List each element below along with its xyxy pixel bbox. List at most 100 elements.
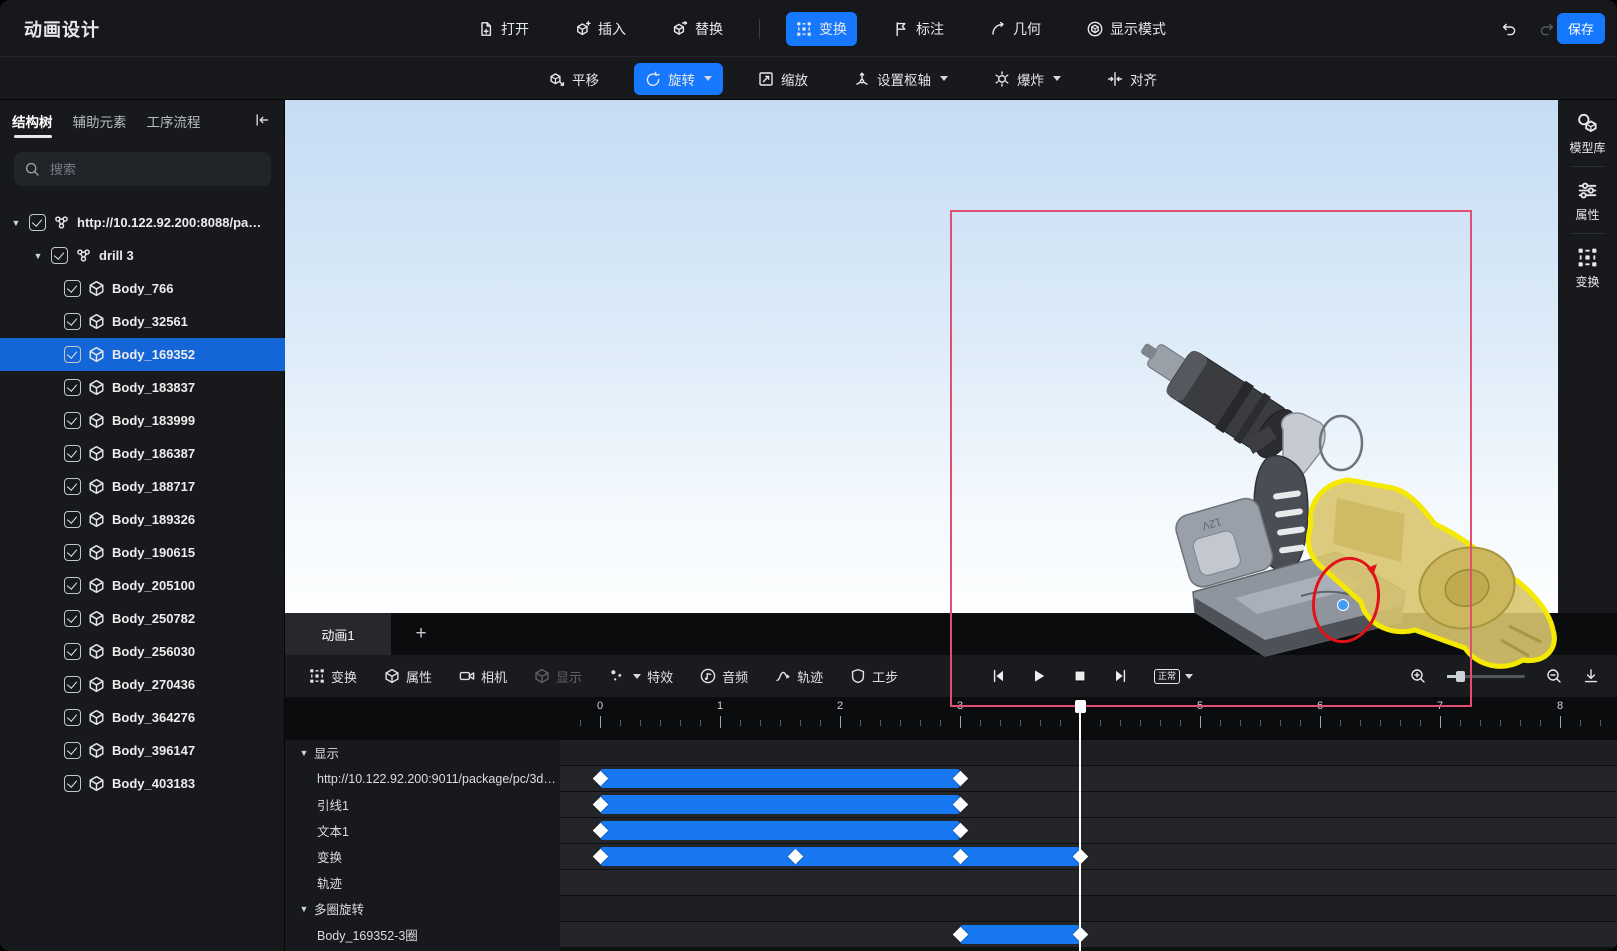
- tool-explode-button[interactable]: 爆炸: [983, 63, 1072, 95]
- search-box[interactable]: [14, 152, 271, 186]
- tool-align-button[interactable]: 对齐: [1096, 63, 1168, 95]
- tree-checkbox[interactable]: [64, 313, 81, 330]
- tree-checkbox[interactable]: [64, 742, 81, 759]
- tree-row[interactable]: Body_169352: [0, 338, 285, 371]
- topbar-annotate-button[interactable]: 标注: [883, 12, 954, 46]
- timeline-tool-transform-button[interactable]: 变换: [309, 667, 357, 686]
- tree-checkbox[interactable]: [64, 511, 81, 528]
- tree-checkbox[interactable]: [51, 247, 68, 264]
- topbar-insert-button[interactable]: 插入: [565, 12, 636, 46]
- tool-rotate-button[interactable]: 旋转: [634, 63, 723, 95]
- playhead-handle[interactable]: [1075, 700, 1086, 713]
- tree-checkbox[interactable]: [64, 544, 81, 561]
- timeline-tool-trajectory-button[interactable]: 轨迹: [775, 667, 823, 686]
- add-animation-tab-button[interactable]: +: [391, 623, 451, 645]
- rail-item-properties[interactable]: 属性: [1558, 167, 1617, 233]
- tree-expand-caret[interactable]: ▼: [10, 218, 22, 228]
- tree-row[interactable]: Body_364276: [0, 701, 285, 734]
- track-lane[interactable]: [560, 896, 1617, 921]
- tab-process-flow[interactable]: 工序流程: [147, 100, 201, 142]
- tree-row[interactable]: Body_183837: [0, 371, 285, 404]
- rail-item-model-library[interactable]: 模型库: [1558, 100, 1617, 166]
- track-group-caret[interactable]: ▼: [299, 748, 309, 758]
- track-lane[interactable]: [560, 870, 1617, 895]
- track-lane[interactable]: [560, 766, 1617, 791]
- track-lane[interactable]: [560, 818, 1617, 843]
- topbar-transform-button[interactable]: 变换: [786, 12, 857, 46]
- tree-checkbox[interactable]: [64, 709, 81, 726]
- tree-row[interactable]: Body_186387: [0, 437, 285, 470]
- track-group-caret[interactable]: ▼: [299, 904, 309, 914]
- tree-row[interactable]: Body_270436: [0, 668, 285, 701]
- tree-row[interactable]: Body_256030: [0, 635, 285, 668]
- track-label[interactable]: ▼多圈旋转: [285, 896, 560, 921]
- track-bar[interactable]: [960, 925, 1080, 944]
- playhead-line[interactable]: [1079, 700, 1081, 951]
- tool-pivot-button[interactable]: 设置枢轴: [843, 63, 959, 95]
- timeline-tool-effects-button[interactable]: 特效: [609, 667, 673, 686]
- tree-row[interactable]: Body_32561: [0, 305, 285, 338]
- redo-icon[interactable]: [1539, 21, 1555, 37]
- tree-checkbox[interactable]: [64, 379, 81, 396]
- tree-row[interactable]: Body_189326: [0, 503, 285, 536]
- tree-checkbox[interactable]: [64, 445, 81, 462]
- tool-pan-button[interactable]: 平移: [538, 63, 610, 95]
- save-button[interactable]: 保存: [1557, 13, 1605, 44]
- tree-checkbox[interactable]: [64, 610, 81, 627]
- tree-row[interactable]: ▼http://10.122.92.200:8088/pack...: [0, 206, 285, 239]
- tool-scale-button[interactable]: 缩放: [747, 63, 819, 95]
- topbar-open-button[interactable]: 打开: [468, 12, 539, 46]
- tree-row[interactable]: Body_183999: [0, 404, 285, 437]
- track-lane[interactable]: [560, 922, 1617, 947]
- tab-aux-elements[interactable]: 辅助元素: [73, 100, 127, 142]
- export-icon[interactable]: [1583, 668, 1599, 684]
- tree-checkbox[interactable]: [64, 412, 81, 429]
- collapse-panel-icon[interactable]: [254, 112, 270, 128]
- tree-checkbox[interactable]: [64, 775, 81, 792]
- tab-structure-tree[interactable]: 结构树: [12, 100, 53, 142]
- tree-checkbox[interactable]: [64, 643, 81, 660]
- search-input[interactable]: [48, 161, 248, 178]
- timeline-tool-show-button[interactable]: 显示: [534, 667, 582, 686]
- timeline-tool-step-button[interactable]: 工步: [850, 667, 898, 686]
- track-label[interactable]: http://10.122.92.200:9011/package/pc/3dc…: [285, 766, 560, 791]
- tree-expand-caret[interactable]: ▼: [32, 251, 44, 261]
- tree-row[interactable]: Body_396147: [0, 734, 285, 767]
- track-bar[interactable]: [600, 795, 960, 814]
- track-label[interactable]: Body_169352-3圈: [285, 922, 560, 947]
- track-label[interactable]: 轨迹: [285, 870, 560, 895]
- tree-row[interactable]: Body_403183: [0, 767, 285, 800]
- tree-row[interactable]: Body_205100: [0, 569, 285, 602]
- topbar-geometry-button[interactable]: 几何: [980, 12, 1051, 46]
- tree-row[interactable]: Body_188717: [0, 470, 285, 503]
- zoom-out-icon[interactable]: [1546, 668, 1562, 684]
- track-label[interactable]: 文本1: [285, 818, 560, 843]
- undo-icon[interactable]: [1501, 21, 1517, 37]
- rail-item-transform[interactable]: 变换: [1558, 234, 1617, 300]
- topbar-replace-button[interactable]: 替换: [662, 12, 733, 46]
- track-label[interactable]: 变换: [285, 844, 560, 869]
- topbar-display-mode-button[interactable]: 显示模式: [1077, 12, 1176, 46]
- tree-checkbox[interactable]: [64, 478, 81, 495]
- track-label[interactable]: ▼显示: [285, 740, 560, 765]
- tree-row[interactable]: Body_250782: [0, 602, 285, 635]
- timeline-tool-audio-button[interactable]: 音频: [700, 667, 748, 686]
- tree-row[interactable]: ▼drill 3: [0, 239, 285, 272]
- track-lane[interactable]: [560, 844, 1617, 869]
- track-lane[interactable]: [560, 792, 1617, 817]
- timeline-tab[interactable]: 动画1: [285, 613, 391, 655]
- tree-checkbox[interactable]: [64, 676, 81, 693]
- tree-row[interactable]: Body_766: [0, 272, 285, 305]
- tree-checkbox[interactable]: [64, 280, 81, 297]
- track-bar[interactable]: [600, 847, 1080, 866]
- track-bar[interactable]: [600, 769, 960, 788]
- timeline-tool-properties-button[interactable]: 属性: [384, 667, 432, 686]
- tree-checkbox[interactable]: [64, 577, 81, 594]
- viewport-canvas[interactable]: 12V: [285, 100, 1558, 613]
- timeline-tool-camera-button[interactable]: 相机: [459, 667, 507, 686]
- track-lane[interactable]: [560, 740, 1617, 765]
- tree-checkbox[interactable]: [64, 346, 81, 363]
- track-bar[interactable]: [600, 821, 960, 840]
- tree-checkbox[interactable]: [29, 214, 46, 231]
- tree-row[interactable]: Body_190615: [0, 536, 285, 569]
